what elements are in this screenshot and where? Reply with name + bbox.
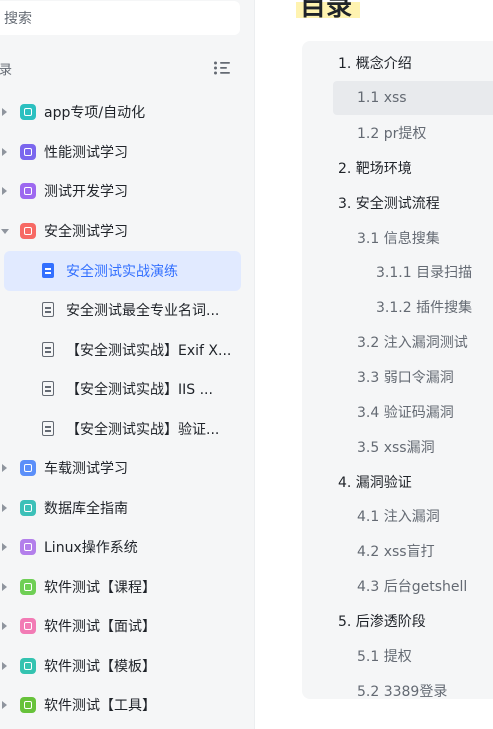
- barcode-icon: [20, 223, 36, 239]
- tree-item-label: 软件测试【工具】: [44, 698, 156, 714]
- expand-caret-icon[interactable]: [2, 464, 7, 472]
- tree-item-app[interactable]: app专项/自动化: [0, 93, 250, 131]
- bar-chart-icon: [20, 460, 36, 476]
- outline-item[interactable]: 1. 概念介绍: [338, 46, 412, 80]
- doc-icon: [42, 381, 54, 396]
- page-title: 目录: [300, 0, 353, 22]
- doc-icon: [42, 302, 54, 317]
- tree-item-template[interactable]: 软件测试【模板】: [0, 647, 250, 685]
- outline-item[interactable]: 3.1.1 目录扫描: [376, 255, 472, 289]
- sidebar-divider: [254, 0, 255, 729]
- tree-item-label: 软件测试【面试】: [44, 619, 156, 635]
- toc-header: 录: [0, 58, 232, 78]
- outline-item[interactable]: 1.2 pr提权: [357, 116, 426, 150]
- tree-item-label: 安全测试最全专业名词...: [66, 303, 220, 319]
- tree-item-label: 测试开发学习: [44, 184, 128, 200]
- expand-caret-icon[interactable]: [2, 148, 7, 156]
- check-icon: [20, 658, 36, 674]
- tree-item-label: 安全测试实战演练: [66, 264, 178, 280]
- target-icon: [20, 579, 36, 595]
- tree-item-linux[interactable]: Linux操作系统: [0, 528, 250, 566]
- sheet-icon: [20, 104, 36, 120]
- grid-icon: [20, 697, 36, 713]
- tree-item-captcha[interactable]: 【安全测试实战】验证...: [0, 410, 250, 448]
- tree-item-security-practice[interactable]: 安全测试实战演练: [0, 252, 250, 290]
- outline-item[interactable]: 3.1 信息搜集: [357, 221, 440, 255]
- toc-label: 录: [0, 62, 12, 78]
- doc-icon: [42, 263, 54, 278]
- image-icon: [20, 500, 36, 516]
- expand-caret-icon[interactable]: [2, 701, 7, 709]
- expand-caret-icon[interactable]: [2, 622, 7, 630]
- expand-caret-icon[interactable]: [2, 543, 7, 551]
- tree-item-iis[interactable]: 【安全测试实战】IIS ...: [0, 370, 250, 408]
- tree-item-label: 【安全测试实战】验证...: [66, 422, 220, 438]
- expand-caret-icon[interactable]: [2, 662, 7, 670]
- cube-icon: [20, 144, 36, 160]
- outline-item[interactable]: 4.3 后台getshell: [357, 569, 467, 603]
- outline-item[interactable]: 3.2 注入漏洞测试: [357, 325, 468, 359]
- outline-item[interactable]: 2. 靶场环境: [338, 151, 412, 185]
- doc-icon: [42, 421, 54, 436]
- tree-item-label: 【安全测试实战】IIS ...: [66, 382, 213, 398]
- tree-item-label: 安全测试学习: [44, 224, 128, 240]
- window-icon: [20, 183, 36, 199]
- expand-caret-icon[interactable]: [2, 583, 7, 591]
- tree-item-tools[interactable]: 软件测试【工具】: [0, 686, 250, 724]
- outline-item[interactable]: 4.1 注入漏洞: [357, 499, 440, 533]
- search-placeholder: 搜索: [4, 11, 32, 27]
- tree-item-label: 数据库全指南: [44, 501, 128, 517]
- chart-icon: [20, 618, 36, 634]
- tree-item-database[interactable]: 数据库全指南: [0, 489, 250, 527]
- outline-item[interactable]: 4. 漏洞验证: [338, 465, 412, 499]
- outline-item[interactable]: 5.1 提权: [357, 639, 412, 673]
- outline-item[interactable]: 4.2 xss盲打: [357, 534, 435, 568]
- tree-item-course[interactable]: 软件测试【课程】: [0, 568, 250, 606]
- doc-icon: [42, 342, 54, 357]
- sidebar: 搜索 录 app专项/自动化 性能测试学习 测试开发学习 安全测试学习 安全测试…: [0, 0, 254, 729]
- tree-item-exif[interactable]: 【安全测试实战】Exif X...: [0, 331, 250, 369]
- search-input[interactable]: 搜索: [0, 1, 240, 35]
- tree-item-label: app专项/自动化: [44, 105, 146, 121]
- tree-item-vehicle[interactable]: 车载测试学习: [0, 449, 250, 487]
- expand-caret-icon[interactable]: [2, 187, 7, 195]
- tree-item-performance[interactable]: 性能测试学习: [0, 133, 250, 171]
- tree-item-testdev[interactable]: 测试开发学习: [0, 172, 250, 210]
- outline-item[interactable]: 5. 后渗透阶段: [338, 604, 426, 638]
- tree-item-label: 性能测试学习: [44, 145, 128, 161]
- outline-item[interactable]: 3. 安全测试流程: [338, 186, 440, 220]
- tree-item-label: 车载测试学习: [44, 461, 128, 477]
- outline-item[interactable]: 3.5 xss漏洞: [357, 430, 435, 464]
- bulb-icon: [20, 539, 36, 555]
- expand-caret-icon[interactable]: [2, 108, 7, 116]
- tree-item-security-terms[interactable]: 安全测试最全专业名词...: [0, 291, 250, 329]
- tree-item-security[interactable]: 安全测试学习: [0, 212, 250, 250]
- outline-item[interactable]: 1.1 xss: [357, 81, 407, 115]
- outline-list-icon[interactable]: [213, 60, 231, 76]
- tree-item-label: 软件测试【课程】: [44, 580, 156, 596]
- expand-caret-icon[interactable]: [2, 504, 7, 512]
- outline-item[interactable]: 3.3 弱口令漏洞: [357, 360, 454, 394]
- tree-item-label: Linux操作系统: [44, 540, 138, 556]
- tree-item-label: 软件测试【模板】: [44, 659, 156, 675]
- outline-item[interactable]: 3.4 验证码漏洞: [357, 395, 454, 429]
- collapse-caret-icon[interactable]: [1, 229, 9, 234]
- tree-item-interview[interactable]: 软件测试【面试】: [0, 607, 250, 645]
- tree-item-label: 【安全测试实战】Exif X...: [66, 343, 232, 359]
- outline-item[interactable]: 3.1.2 插件搜集: [376, 290, 472, 324]
- outline-item[interactable]: 5.2 3389登录: [357, 674, 447, 708]
